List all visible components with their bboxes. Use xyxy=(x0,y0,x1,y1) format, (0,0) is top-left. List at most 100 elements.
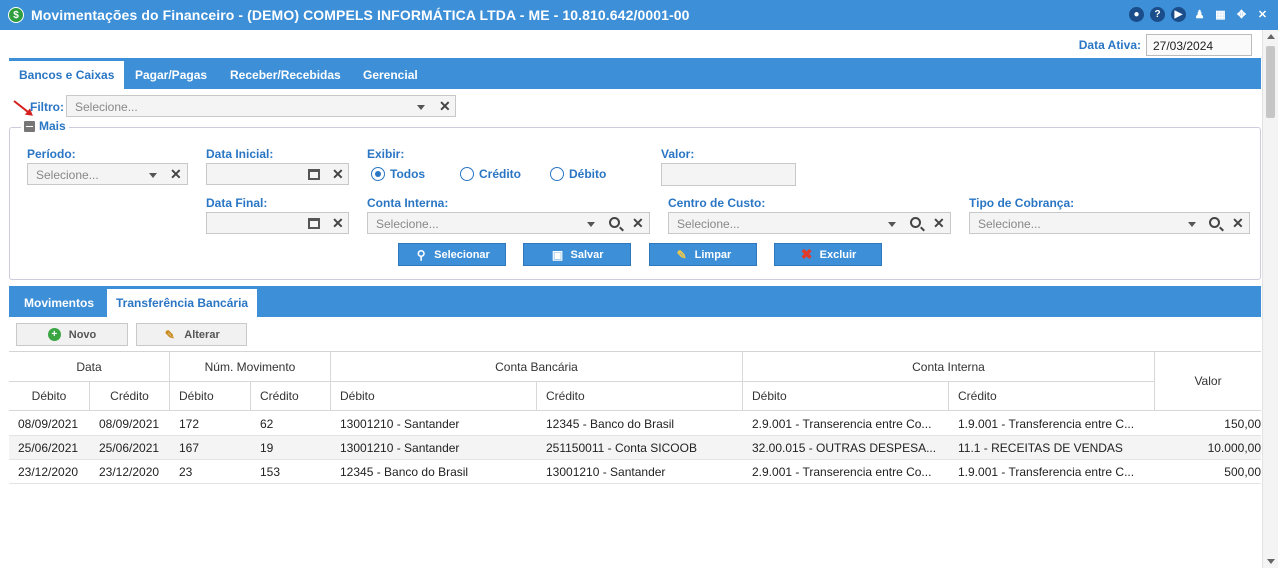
chevron-down-icon[interactable] xyxy=(1188,222,1196,227)
cell-data-debito: 25/06/2021 xyxy=(18,441,79,455)
help-icon[interactable]: ? xyxy=(1150,7,1165,22)
clear-icon[interactable]: ✕ xyxy=(439,98,451,115)
selecionar-label: Selecionar xyxy=(434,248,490,261)
subheader-conta-interna-debito[interactable]: Débito xyxy=(743,382,949,411)
chevron-down-icon[interactable] xyxy=(888,222,896,227)
fullscreen-icon[interactable]: ✥ xyxy=(1234,7,1249,22)
tipo-cobranca-select[interactable]: Selecione... ✕ xyxy=(969,212,1250,234)
cell-conta-bancaria-credito: 13001210 - Santander xyxy=(546,465,666,479)
subheader-conta-bancaria-debito[interactable]: Débito xyxy=(331,382,537,411)
dollar-icon: $ xyxy=(8,7,24,23)
chevron-down-icon[interactable] xyxy=(587,222,595,227)
salvar-label: Salvar xyxy=(570,248,604,261)
scroll-up-icon[interactable] xyxy=(1267,34,1275,39)
alterar-button[interactable]: ✎ Alterar xyxy=(136,323,247,346)
tab-receber-recebidas[interactable]: Receber/Recebidas xyxy=(220,61,351,89)
alterar-label: Alterar xyxy=(184,328,220,341)
chevron-down-icon[interactable] xyxy=(417,105,425,110)
search-icon: ⚲ xyxy=(416,247,426,262)
chevron-down-icon[interactable] xyxy=(149,173,157,178)
header-data[interactable]: Data xyxy=(9,352,170,382)
cell-conta-interna-credito: 11.1 - RECEITAS DE VENDAS xyxy=(958,441,1123,455)
radio-debito-label: Débito xyxy=(569,167,607,181)
tab-movimentos[interactable]: Movimentos xyxy=(15,289,103,317)
radio-unchecked-icon[interactable] xyxy=(550,167,564,181)
main-tabbar: Bancos e Caixas Pagar/Pagas Receber/Rece… xyxy=(9,58,1261,89)
tab-transferencia-bancaria[interactable]: Transferência Bancária xyxy=(107,289,258,317)
radio-checked-icon[interactable] xyxy=(371,167,385,181)
cell-conta-bancaria-debito: 13001210 - Santander xyxy=(340,441,460,455)
play-icon[interactable]: ▶ xyxy=(1171,7,1186,22)
table-row[interactable]: 23/12/2020 23/12/2020 23 153 12345 - Ban… xyxy=(9,460,1261,484)
search-icon[interactable] xyxy=(609,217,620,228)
calendar-icon[interactable]: ▦ xyxy=(1213,7,1228,22)
search-icon[interactable] xyxy=(910,217,921,228)
cell-conta-interna-debito: 32.00.015 - OUTRAS DESPESA... xyxy=(752,441,937,455)
data-final-input[interactable]: ✕ xyxy=(206,212,349,234)
cell-data-credito: 23/12/2020 xyxy=(99,465,160,479)
tab-pagar-pagas[interactable]: Pagar/Pagas xyxy=(125,61,217,89)
clear-icon[interactable]: ✕ xyxy=(332,215,344,232)
filter-select[interactable]: Selecione... ✕ xyxy=(66,95,456,117)
conta-interna-select[interactable]: Selecione... ✕ xyxy=(367,212,650,234)
header-conta-bancaria[interactable]: Conta Bancária xyxy=(331,352,743,382)
tab-bancos-caixas[interactable]: Bancos e Caixas xyxy=(9,61,125,89)
eye-icon[interactable]: ● xyxy=(1129,7,1144,22)
header-valor[interactable]: Valor xyxy=(1155,352,1261,411)
data-inicial-label: Data Inicial: xyxy=(206,147,274,161)
clear-icon[interactable]: ✕ xyxy=(933,215,945,232)
more-toggle[interactable]: Mais xyxy=(21,119,69,133)
cell-data-debito: 08/09/2021 xyxy=(18,417,79,431)
cell-conta-interna-credito: 1.9.001 - Transferencia entre C... xyxy=(958,465,1135,479)
salvar-button[interactable]: ▣ Salvar xyxy=(523,243,631,266)
calendar-icon[interactable] xyxy=(308,218,320,229)
subheader-num-debito[interactable]: Débito xyxy=(170,382,251,411)
radio-credito-label: Crédito xyxy=(479,167,521,181)
cell-conta-bancaria-debito: 13001210 - Santander xyxy=(340,417,460,431)
radio-debito[interactable]: Débito xyxy=(550,167,606,181)
save-icon: ▣ xyxy=(551,247,564,262)
excluir-button[interactable]: ✖ Excluir xyxy=(774,243,882,266)
scroll-down-icon[interactable] xyxy=(1267,559,1275,564)
table-row[interactable]: 25/06/2021 25/06/2021 167 19 13001210 - … xyxy=(9,436,1261,460)
cell-num-debito: 167 xyxy=(179,441,200,455)
subheader-num-credito[interactable]: Crédito xyxy=(251,382,331,411)
user-icon[interactable]: ♟ xyxy=(1192,7,1207,22)
periodo-select[interactable]: Selecione... ✕ xyxy=(27,163,188,185)
clear-icon[interactable]: ✕ xyxy=(1232,215,1244,232)
tab-gerencial[interactable]: Gerencial xyxy=(353,61,428,89)
radio-todos[interactable]: Todos xyxy=(371,167,425,181)
table-row[interactable]: 08/09/2021 08/09/2021 172 62 13001210 - … xyxy=(9,412,1261,436)
subheader-data-credito[interactable]: Crédito xyxy=(90,382,170,411)
subheader-conta-interna-credito[interactable]: Crédito xyxy=(949,382,1155,411)
periodo-label: Período: xyxy=(27,147,76,161)
header-conta-interna[interactable]: Conta Interna xyxy=(743,352,1155,382)
subheader-conta-bancaria-credito[interactable]: Crédito xyxy=(537,382,743,411)
centro-custo-placeholder: Selecione... xyxy=(677,217,740,231)
search-icon[interactable] xyxy=(1209,217,1220,228)
novo-button[interactable]: + Novo xyxy=(16,323,128,346)
scroll-thumb[interactable] xyxy=(1266,46,1275,118)
tipo-cobranca-label: Tipo de Cobrança: xyxy=(969,196,1075,210)
active-date-input[interactable]: 27/03/2024 xyxy=(1146,34,1252,56)
selecionar-button[interactable]: ⚲ Selecionar xyxy=(398,243,506,266)
calendar-icon[interactable] xyxy=(308,169,320,180)
radio-credito[interactable]: Crédito xyxy=(460,167,521,181)
collapse-icon[interactable] xyxy=(24,120,35,132)
limpar-button[interactable]: ✎ Limpar xyxy=(649,243,757,266)
active-date-label: Data Ativa: xyxy=(1078,38,1141,52)
cell-conta-bancaria-debito: 12345 - Banco do Brasil xyxy=(340,465,469,479)
close-icon[interactable]: ✕ xyxy=(1255,7,1270,22)
periodo-placeholder: Selecione... xyxy=(36,168,99,182)
data-inicial-input[interactable]: ✕ xyxy=(206,163,349,185)
clear-icon[interactable]: ✕ xyxy=(170,166,182,183)
vertical-scrollbar[interactable] xyxy=(1262,30,1278,568)
header-num-movimento[interactable]: Núm. Movimento xyxy=(170,352,331,382)
valor-input[interactable] xyxy=(661,163,796,186)
subheader-data-debito[interactable]: Débito xyxy=(9,382,90,411)
clear-icon[interactable]: ✕ xyxy=(332,166,344,183)
centro-custo-select[interactable]: Selecione... ✕ xyxy=(668,212,951,234)
radio-unchecked-icon[interactable] xyxy=(460,167,474,181)
cell-conta-interna-debito: 2.9.001 - Transerencia entre Co... xyxy=(752,417,932,431)
clear-icon[interactable]: ✕ xyxy=(632,215,644,232)
